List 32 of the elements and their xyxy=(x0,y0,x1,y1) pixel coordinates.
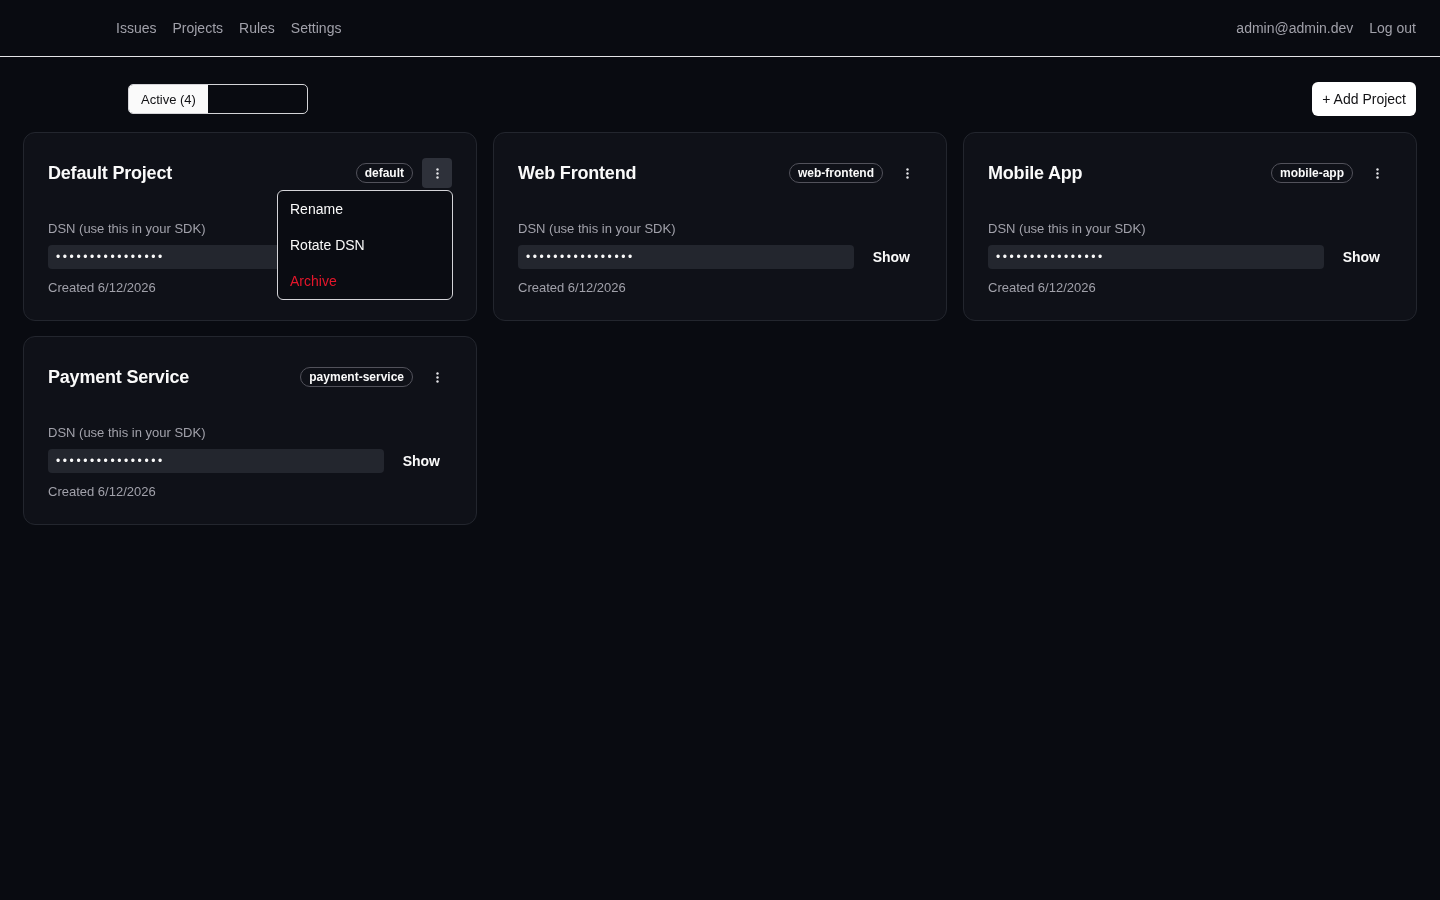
user-email: admin@admin.dev xyxy=(1236,20,1354,36)
dsn-field[interactable]: •••••••••••••••• xyxy=(48,449,384,473)
more-icon xyxy=(905,167,909,179)
nav-link[interactable]: Settings xyxy=(290,20,342,36)
project-title: Web Frontend xyxy=(518,162,637,184)
show-button[interactable]: Show xyxy=(390,449,452,473)
dsn-field[interactable]: •••••••••••••••• xyxy=(518,245,854,269)
more-icon xyxy=(435,167,439,179)
show-button[interactable]: Show xyxy=(1330,245,1392,269)
more-icon xyxy=(1375,167,1379,179)
created-date: Created 6/12/2026 xyxy=(988,280,1096,295)
dsn-label: DSN (use this in your SDK) xyxy=(988,221,1146,236)
show-button[interactable]: Show xyxy=(860,245,922,269)
project-title: Mobile App xyxy=(988,162,1083,184)
nav-link[interactable]: Rules xyxy=(239,20,275,36)
nav-link[interactable]: Projects xyxy=(172,20,224,36)
more-button[interactable] xyxy=(422,158,452,188)
created-date: Created 6/12/2026 xyxy=(518,280,626,295)
dsn-label: DSN (use this in your SDK) xyxy=(48,221,206,236)
dsn-label: DSN (use this in your SDK) xyxy=(48,425,206,440)
created-date: Created 6/12/2026 xyxy=(48,484,156,499)
dsn-label: DSN (use this in your SDK) xyxy=(518,221,676,236)
add-project-button[interactable]: + Add Project xyxy=(1312,82,1416,116)
dsn-field[interactable]: •••••••••••••••• xyxy=(988,245,1324,269)
project-title: Default Project xyxy=(48,162,173,184)
nav-link[interactable]: Issues xyxy=(116,20,157,36)
project-title: Payment Service xyxy=(48,366,190,388)
filter-tab[interactable]: Active (4) xyxy=(129,85,208,113)
more-icon xyxy=(435,371,439,383)
created-date: Created 6/12/2026 xyxy=(48,280,156,295)
menu-item[interactable]: Rename xyxy=(278,191,452,227)
logout-link[interactable]: Log out xyxy=(1369,20,1416,36)
